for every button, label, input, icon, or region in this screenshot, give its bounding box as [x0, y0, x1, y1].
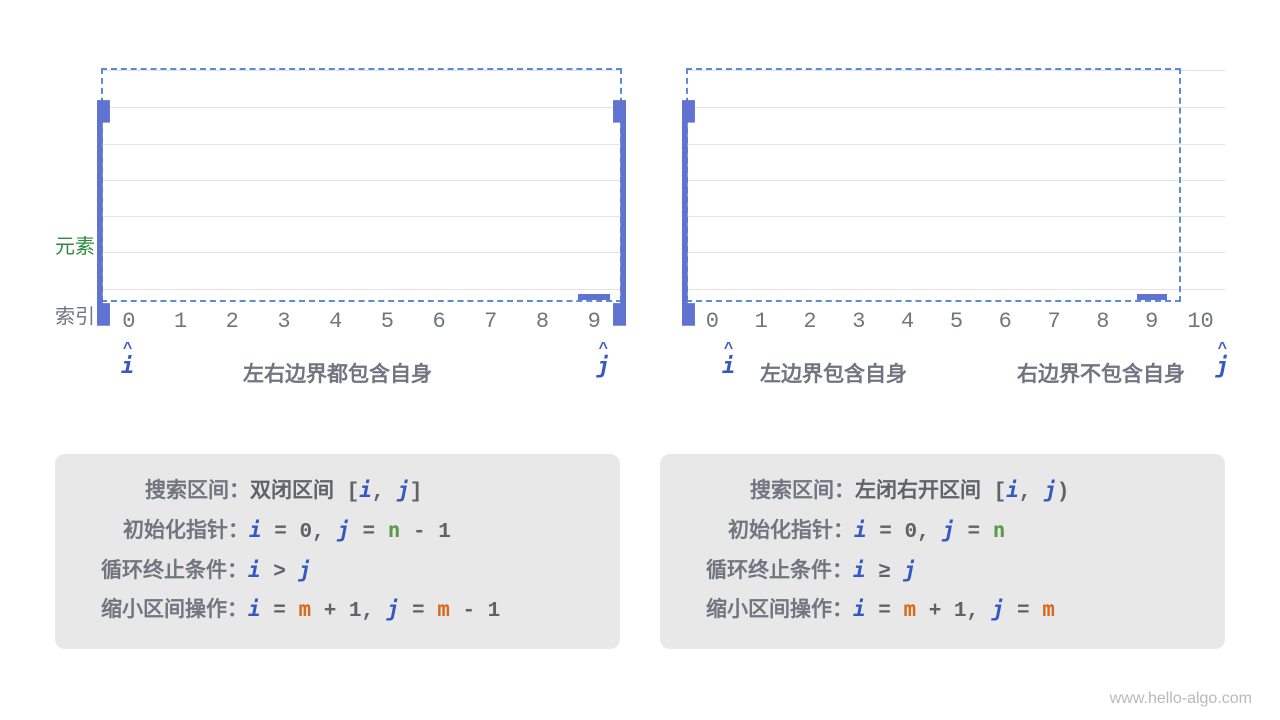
index-label: 0	[103, 309, 155, 334]
index-label: 6	[413, 309, 465, 334]
index-label: 3	[258, 309, 310, 334]
index-label: 8	[1079, 309, 1128, 334]
info-shrink: 缩小区间操作：i = m + 1, j = m	[690, 591, 1195, 631]
index-label: 7	[1030, 309, 1079, 334]
index-row-left: 0123456789	[103, 309, 620, 334]
index-label: 4	[310, 309, 362, 334]
bars-area-left: [ ] 0123456789	[103, 70, 620, 330]
pointer-i-left: ^i	[121, 344, 134, 379]
chart-left: 元素 索引 [ ] 0123456789	[55, 70, 620, 330]
caption-right-1: 左边界包含自身	[760, 358, 907, 388]
index-label: 7	[465, 309, 517, 334]
bars-area-right: [ 012345678910	[688, 70, 1225, 330]
index-label: 6	[981, 309, 1030, 334]
caption-left: 左右边界都包含自身	[243, 358, 432, 388]
pointer-row-right: ^i 左边界包含自身 右边界不包含自身 ^j	[660, 344, 1225, 394]
pointer-j-left: ^j	[597, 344, 610, 379]
info-interval: 搜索区间：左闭右开区间 [i, j)	[690, 472, 1195, 512]
info-stop: 循环终止条件：i ≥ j	[690, 552, 1195, 592]
pointer-row-left: ^i 左右边界都包含自身 ^j	[55, 344, 620, 394]
pointer-j-right: ^j	[1216, 344, 1229, 379]
index-label: 5	[362, 309, 414, 334]
index-row-right: 012345678910	[688, 309, 1225, 334]
watermark: www.hello-algo.com	[1110, 690, 1252, 708]
info-interval: 搜索区间：双闭区间 [i, j]	[85, 472, 590, 512]
index-label: 10	[1176, 309, 1225, 334]
info-stop: 循环终止条件：i > j	[85, 552, 590, 592]
index-label: 9	[568, 309, 620, 334]
info-init: 初始化指针：i = 0, j = n	[690, 512, 1195, 552]
info-shrink: 缩小区间操作：i = m + 1, j = m - 1	[85, 591, 590, 631]
index-label: 5	[932, 309, 981, 334]
index-label: 4	[883, 309, 932, 334]
bar-col	[568, 294, 620, 300]
pointer-i-right: ^i	[722, 344, 735, 379]
main-container: 元素 索引 [ ] 0123456789	[0, 0, 1280, 649]
index-label: 8	[517, 309, 569, 334]
bar	[578, 294, 610, 300]
index-label: 2	[786, 309, 835, 334]
index-label: 9	[1127, 309, 1176, 334]
index-label: 2	[206, 309, 258, 334]
panel-halfopen-interval: 元索 [ 012345678910 ^i	[660, 70, 1225, 649]
info-init: 初始化指针：i = 0, j = n - 1	[85, 512, 590, 552]
panel-closed-interval: 元素 索引 [ ] 0123456789	[55, 70, 620, 649]
chart-right: 元索 [ 012345678910	[660, 70, 1225, 330]
bar	[1137, 294, 1167, 300]
caption-right-2: 右边界不包含自身	[1017, 358, 1185, 388]
index-label: 1	[155, 309, 207, 334]
index-label: 0	[688, 309, 737, 334]
index-label: 3	[834, 309, 883, 334]
bar-col	[1127, 294, 1176, 300]
index-label: 1	[737, 309, 786, 334]
info-box-left: 搜索区间：双闭区间 [i, j] 初始化指针：i = 0, j = n - 1 …	[55, 454, 620, 649]
info-box-right: 搜索区间：左闭右开区间 [i, j) 初始化指针：i = 0, j = n 循环…	[660, 454, 1225, 649]
